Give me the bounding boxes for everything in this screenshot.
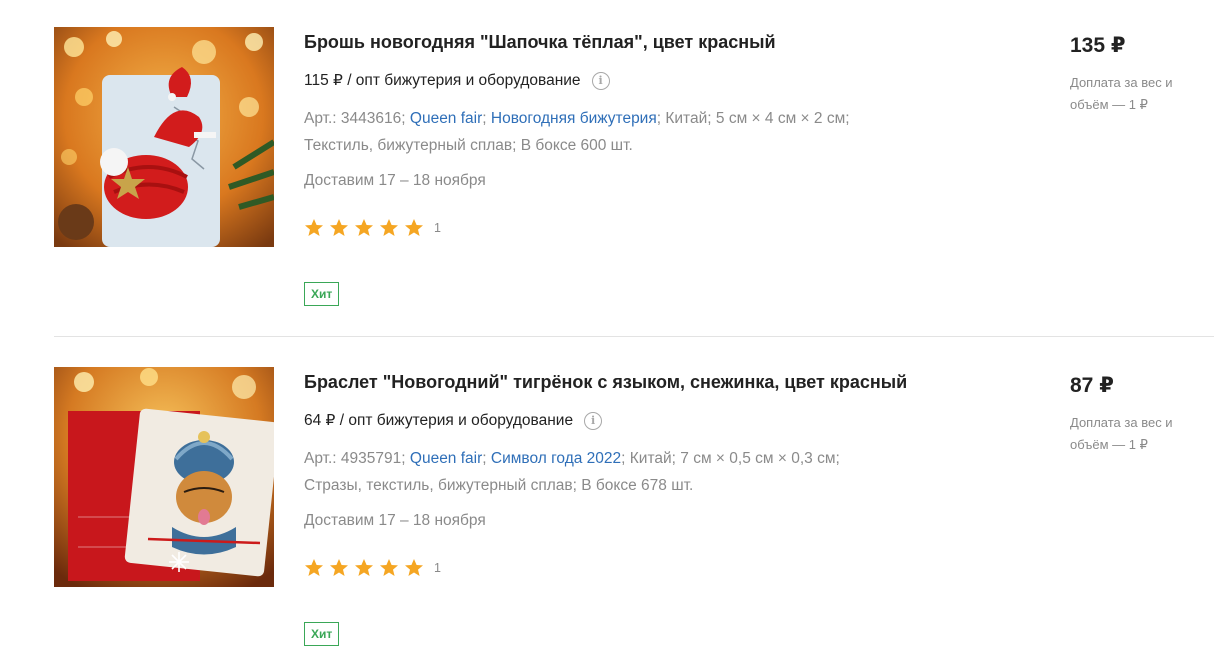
category-link[interactable]: Символ года 2022 [491,450,621,467]
info-icon[interactable]: i [584,411,603,430]
product-price: 87 ₽ [1070,374,1114,397]
brand-link[interactable]: Queen fair [410,450,482,467]
wholesale-price: 64 ₽ [304,412,336,429]
product-photo-bracelet [54,367,274,587]
star-icon [355,219,373,236]
country: Китай; [629,450,676,467]
product-specs: Арт.: 3443616; Queen fair; Новогодняя би… [304,110,850,154]
dimensions: 5 см × 4 см × 2 см; [715,110,850,127]
rating-count: 1 [434,561,441,575]
product-card: Браслет "Новогодний" тигрёнок с языком, … [0,340,1214,670]
product-specs: Арт.: 4935791; Queen fair; Символ года 2… [304,450,840,494]
box-count: В боксе 600 шт. [520,137,633,154]
star-icon [355,559,373,576]
star-icon [405,219,423,236]
wholesale-label: / опт бижутерия и оборудование [335,411,574,429]
info-icon[interactable]: i [591,71,610,90]
article-number: Арт.: 3443616; [304,110,406,127]
product-image[interactable] [54,367,274,587]
star-icon [330,219,348,236]
star-icon [380,559,398,576]
product-price: 135 ₽ [1070,34,1126,57]
star-icon [330,559,348,576]
wholesale-price: 115 ₽ [304,72,343,89]
product-card: Брошь новогодняя "Шапочка тёплая", цвет … [0,0,1214,330]
country: Китай; [665,110,712,127]
hit-badge: Хит [304,622,340,646]
product-title[interactable]: Браслет "Новогодний" тигрёнок с языком, … [304,372,907,393]
wholesale-label: / опт бижутерия и оборудование [342,71,581,89]
box-count: В боксе 678 шт. [581,477,694,494]
material: Стразы, текстиль, бижутерный сплав; [304,477,577,494]
delivery-date: Доставим 17 – 18 ноября [304,172,486,189]
brand-link[interactable]: Queen fair [410,110,482,127]
star-icon [305,219,323,236]
star-icon [380,219,398,236]
rating-count: 1 [434,221,441,235]
surcharge-note: Доплата за вес и объём — 1 ₽ [1070,75,1173,112]
wholesale-price-row: 115 ₽ / опт бижутерия и оборудование i [304,71,610,90]
star-icon [305,559,323,576]
hit-badge: Хит [304,282,340,306]
product-title[interactable]: Брошь новогодняя "Шапочка тёплая", цвет … [304,32,776,53]
product-photo-brooch [54,27,274,247]
product-image[interactable] [54,27,274,247]
star-icon [405,559,423,576]
surcharge-note: Доплата за вес и объём — 1 ₽ [1070,415,1173,452]
divider [54,336,1214,337]
material: Текстиль, бижутерный сплав; [304,137,517,154]
wholesale-price-row: 64 ₽ / опт бижутерия и оборудование i [304,411,603,430]
delivery-date: Доставим 17 – 18 ноября [304,512,486,529]
article-number: Арт.: 4935791; [304,450,406,467]
rating[interactable]: 1 [304,218,441,238]
dimensions: 7 см × 0,5 см × 0,3 см; [680,450,840,467]
category-link[interactable]: Новогодняя бижутерия [491,110,657,127]
rating[interactable]: 1 [304,558,441,578]
